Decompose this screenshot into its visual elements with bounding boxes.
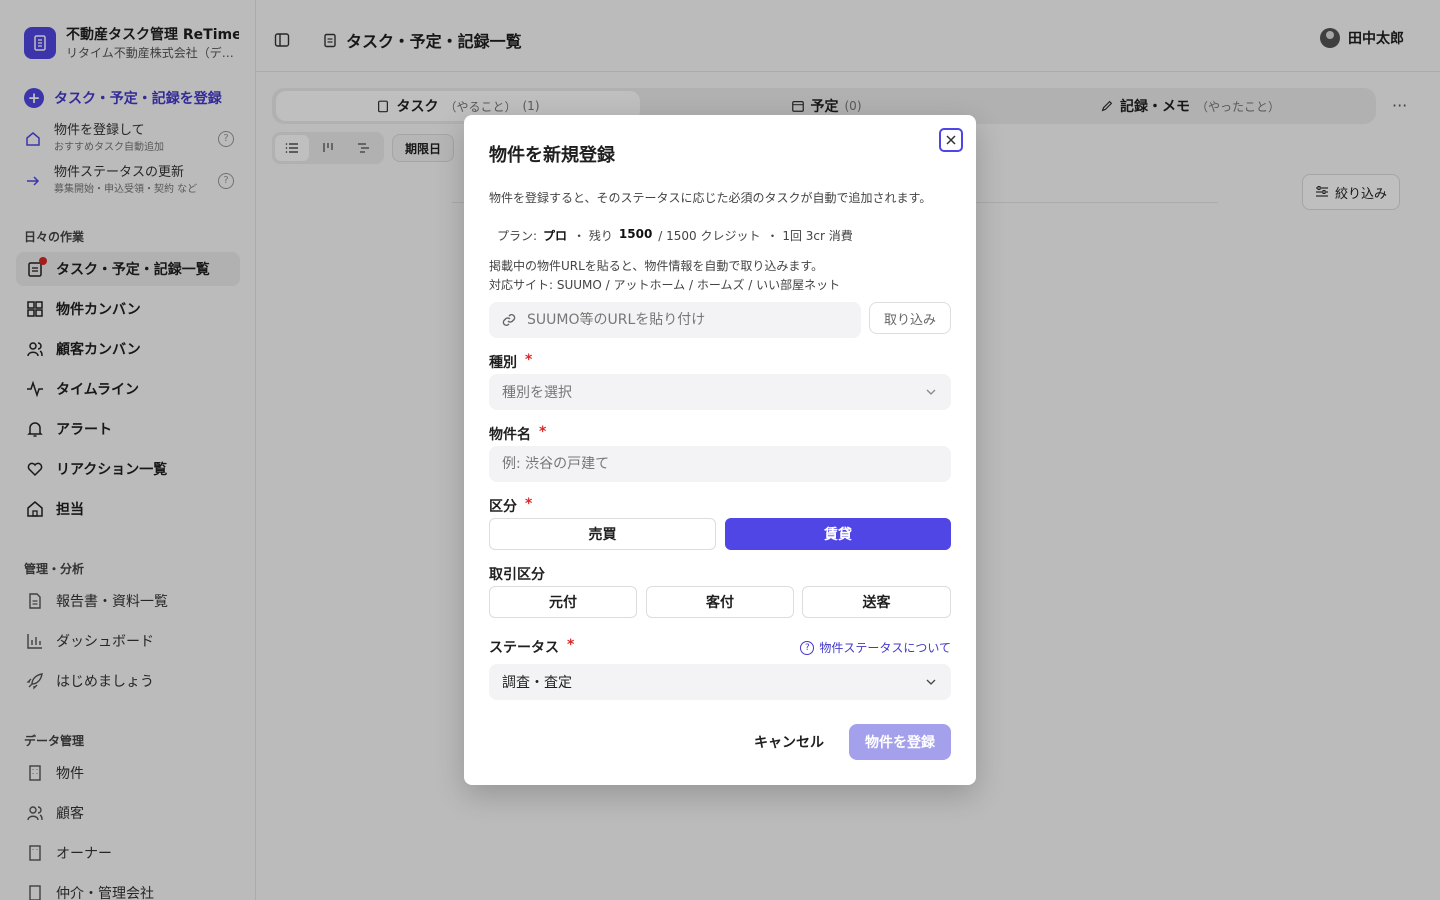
type-select[interactable]: 種別を選択	[489, 374, 951, 410]
hint-line: 掲載中の物件URLを貼ると、物件情報を自動で取り込みます。	[489, 259, 824, 273]
dialog-description: 物件を登録すると、そのステータスに応じた必須のタスクが自動で追加されます。	[489, 191, 932, 205]
url-import-hint: 掲載中の物件URLを貼ると、物件情報を自動で取り込みます。 対応サイト: SUU…	[489, 257, 840, 295]
property-name-field[interactable]	[489, 446, 951, 482]
category-label-text: 区分	[489, 499, 517, 515]
required-mark: *	[525, 352, 533, 368]
remaining-label: ・ 残り	[573, 229, 613, 243]
submit-button[interactable]: 物件を登録	[849, 724, 951, 760]
deal-kyakuzuke-button[interactable]: 客付	[646, 586, 794, 618]
required-mark: *	[525, 496, 533, 512]
category-sale-button[interactable]: 売買	[489, 518, 716, 550]
category-label: 区分 *	[489, 496, 532, 516]
deal-referral-button[interactable]: 送客	[802, 586, 951, 618]
name-label: 物件名 *	[489, 424, 546, 444]
type-label-text: 種別	[489, 355, 517, 371]
property-name-input[interactable]	[502, 456, 802, 472]
status-select[interactable]: 調査・査定	[489, 664, 951, 700]
plan-credits: プラン: プロ ・ 残り 1500 / 1500 クレジット ・ 1回 3cr …	[497, 227, 853, 244]
status-help-text: 物件ステータスについて	[819, 641, 951, 655]
status-help-link[interactable]: ? 物件ステータスについて	[800, 639, 951, 656]
required-mark: *	[539, 424, 547, 440]
type-select-value: 種別を選択	[502, 385, 572, 401]
deal-motozuke-button[interactable]: 元付	[489, 586, 637, 618]
deal-label: 取引区分	[489, 567, 545, 583]
type-label: 種別 *	[489, 352, 532, 372]
close-icon	[946, 135, 956, 145]
status-label-text: ステータス	[489, 640, 559, 656]
register-property-dialog: 物件を新規登録 物件を登録すると、そのステータスに応じた必須のタスクが自動で追加…	[464, 115, 976, 785]
category-rent-button[interactable]: 賃貸	[725, 518, 951, 550]
property-url-field[interactable]	[489, 302, 861, 338]
status-label: ステータス *	[489, 637, 574, 657]
link-icon	[502, 314, 516, 326]
dialog-title: 物件を新規登録	[489, 145, 615, 166]
chevron-down-icon	[926, 389, 936, 395]
chevron-down-icon	[926, 679, 936, 685]
import-button[interactable]: 取り込み	[869, 302, 951, 334]
supported-sites: 対応サイト: SUUMO / アットホーム / ホームズ / いい部屋ネット	[489, 278, 841, 292]
question-icon: ?	[800, 640, 815, 655]
url-input[interactable]	[527, 312, 827, 328]
plan-prefix: プラン:	[497, 229, 538, 243]
cancel-button[interactable]: キャンセル	[744, 724, 834, 760]
plan-name: プロ	[543, 229, 568, 243]
close-button[interactable]	[939, 128, 963, 152]
status-select-value: 調査・査定	[502, 675, 572, 691]
total-credits: / 1500 クレジット	[658, 229, 761, 243]
credit-cost: ・ 1回 3cr 消費	[766, 229, 853, 243]
remaining-credits: 1500	[618, 227, 653, 241]
name-label-text: 物件名	[489, 427, 531, 443]
required-mark: *	[567, 637, 575, 653]
